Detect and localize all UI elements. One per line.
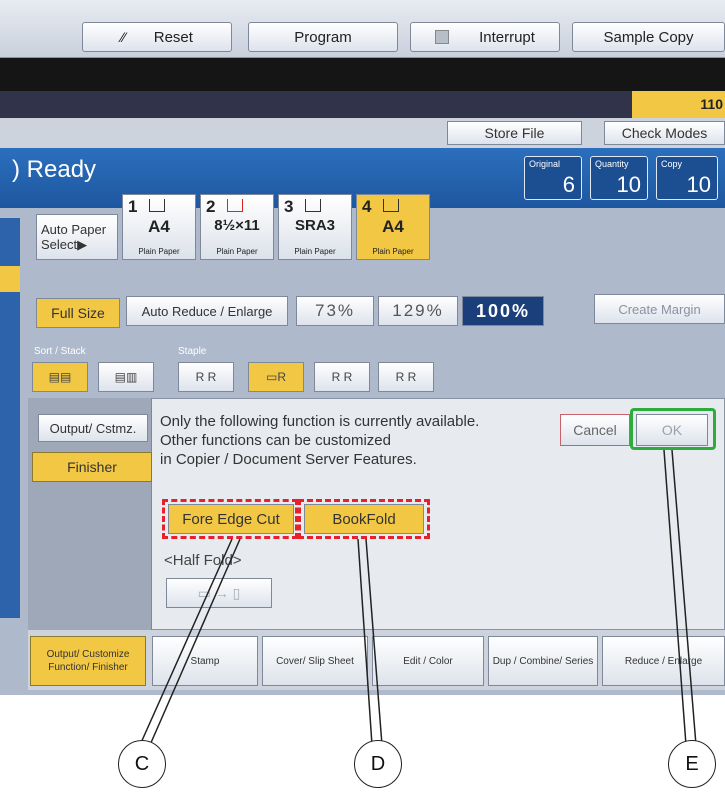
callout-e: E (668, 740, 716, 788)
callout-line-c (139, 538, 233, 746)
callout-line-d (357, 538, 373, 746)
callout-lines (139, 449, 697, 746)
callout-d: D (354, 740, 402, 788)
callout-line-c-2 (149, 538, 241, 746)
callout-e-label: E (685, 752, 699, 775)
callout-line-d-2 (365, 538, 383, 746)
callout-d-label: D (370, 752, 386, 775)
callout-c: C (118, 740, 166, 788)
callout-c-label: C (134, 752, 150, 775)
